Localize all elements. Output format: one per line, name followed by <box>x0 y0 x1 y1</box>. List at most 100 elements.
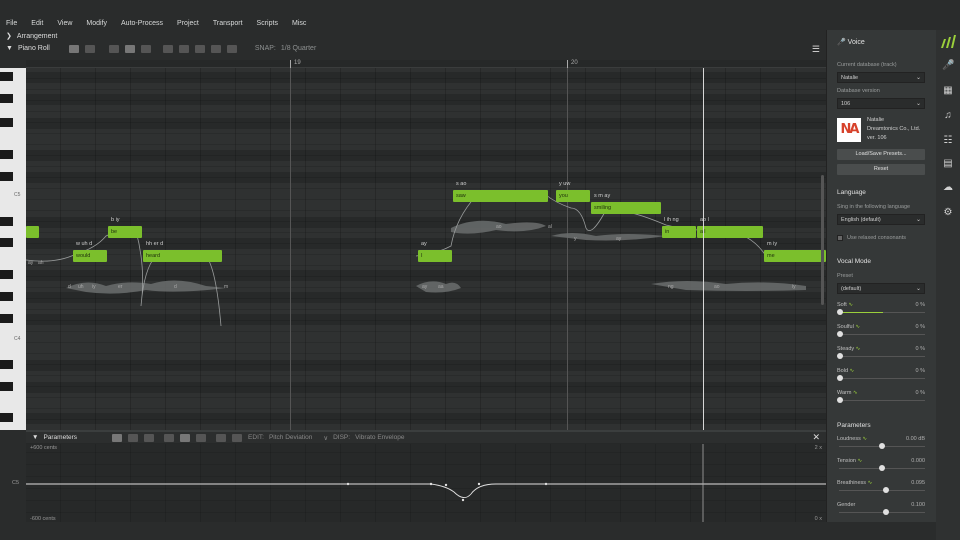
version-select[interactable]: 106 ⌄ <box>837 98 925 109</box>
piano-roll-grid[interactable]: would be heard I saw you smiling in al l … <box>26 68 826 430</box>
note-block[interactable]: be <box>108 226 142 238</box>
menu-misc[interactable]: Misc <box>292 20 306 27</box>
param-line-tool[interactable] <box>144 433 155 442</box>
library-icon[interactable]: ☷ <box>942 135 954 147</box>
black-key[interactable] <box>0 217 13 226</box>
menu-edit[interactable]: Edit <box>31 20 43 27</box>
slider-knob[interactable] <box>837 375 843 381</box>
lyrics-view-button[interactable] <box>226 44 237 53</box>
menu-modify[interactable]: Modify <box>86 20 107 27</box>
slider-knob[interactable] <box>883 487 889 493</box>
note-block[interactable]: you <box>556 190 590 202</box>
pen-tool-button[interactable] <box>84 44 95 53</box>
load-save-presets-button[interactable]: Load/Save Presets... <box>837 149 925 160</box>
gear-icon[interactable]: ⚙ <box>942 207 954 219</box>
note-block[interactable]: I <box>418 250 452 262</box>
menu-transport[interactable]: Transport <box>213 20 243 27</box>
slider-knob[interactable] <box>837 331 843 337</box>
vertical-scrollbar[interactable] <box>821 175 824 305</box>
note-block[interactable]: all <box>697 226 763 238</box>
chevron-down-icon[interactable]: ▼ <box>32 434 38 441</box>
param-compare-tool[interactable] <box>216 433 227 442</box>
black-key[interactable] <box>0 150 13 159</box>
preset-select[interactable]: (default) ⌄ <box>837 283 925 294</box>
menu-project[interactable]: Project <box>177 20 199 27</box>
piano-keyboard[interactable]: C5 C4 <box>0 68 26 430</box>
piano-roll-header: ▼ Piano Roll SNAP: 1/8 Quarter ☰ <box>0 42 826 55</box>
black-key[interactable] <box>0 292 13 301</box>
note-lyric: heard <box>146 253 161 259</box>
reset-button[interactable]: Reset <box>837 164 925 175</box>
black-key[interactable] <box>0 118 13 127</box>
param-vibrato-tool[interactable] <box>196 433 207 442</box>
menu-icon[interactable]: ☰ <box>812 44 820 55</box>
arrangement-header[interactable]: ❯ Arrangement <box>0 30 826 42</box>
black-key[interactable] <box>0 360 13 369</box>
slider-knob[interactable] <box>837 353 843 359</box>
slider-track[interactable] <box>839 378 925 379</box>
menu-scripts[interactable]: Scripts <box>257 20 278 27</box>
black-key[interactable] <box>0 238 13 247</box>
note-block[interactable]: would <box>73 250 107 262</box>
note-view-button[interactable] <box>162 44 173 53</box>
param-smooth-tool[interactable] <box>164 433 175 442</box>
black-key[interactable] <box>0 270 13 279</box>
disp-value[interactable]: Vibrato Envelope <box>355 434 404 441</box>
slider-knob[interactable] <box>883 509 889 515</box>
note-block[interactable] <box>26 226 39 238</box>
param-expand-tool[interactable] <box>232 433 243 442</box>
slider-knob[interactable] <box>879 443 885 449</box>
black-key[interactable] <box>0 172 13 181</box>
select-tool-button[interactable] <box>68 44 79 53</box>
slider-track[interactable] <box>839 490 925 491</box>
param-pen-tool[interactable] <box>128 433 139 442</box>
black-key[interactable] <box>0 413 13 422</box>
black-key[interactable] <box>0 382 13 391</box>
slider-value: 0 % <box>915 368 925 374</box>
note-block[interactable]: smiling <box>591 202 661 214</box>
black-key[interactable] <box>0 314 13 323</box>
chevron-down-icon: ⌄ <box>915 217 921 223</box>
black-key[interactable] <box>0 72 13 81</box>
slider-knob[interactable] <box>837 397 843 403</box>
menu-auto-process[interactable]: Auto-Process <box>121 20 163 27</box>
microphone-icon[interactable]: 🎤 <box>942 60 954 72</box>
playhead[interactable] <box>703 68 704 430</box>
parameter-plot[interactable]: +600 cents -600 cents 2 x 0 x <box>26 444 826 524</box>
film-icon[interactable]: ▦ <box>942 85 954 97</box>
note-block[interactable]: heard <box>143 250 222 262</box>
snap-value[interactable]: 1/8 Quarter <box>281 45 316 52</box>
menu-view[interactable]: View <box>57 20 72 27</box>
slider-track[interactable] <box>839 512 925 513</box>
phoneme-view-button[interactable] <box>210 44 221 53</box>
note-block[interactable]: me <box>764 250 826 262</box>
slider-knob[interactable] <box>879 465 885 471</box>
waveform-view-button[interactable] <box>194 44 205 53</box>
pitch-pen-button[interactable] <box>124 44 135 53</box>
edit-value[interactable]: Pitch Deviation <box>269 434 312 441</box>
cloud-download-icon[interactable]: ☁ <box>942 182 954 194</box>
note-block[interactable]: saw <box>453 190 548 202</box>
relaxed-consonants-checkbox[interactable] <box>837 235 843 241</box>
black-key[interactable] <box>0 94 13 103</box>
vibrato-tool-button[interactable] <box>140 44 151 53</box>
music-note-icon[interactable]: ♫ <box>942 110 954 122</box>
param-select-tool[interactable] <box>112 433 123 442</box>
menu-file[interactable]: File <box>6 20 17 27</box>
timeline-ruler[interactable]: 19 20 <box>26 60 826 68</box>
close-icon[interactable]: ✕ <box>812 432 820 443</box>
edit-label: EDIT: <box>248 434 264 441</box>
slider-track[interactable] <box>839 356 925 357</box>
slider-track[interactable] <box>839 400 925 401</box>
param-curve-tool[interactable] <box>180 433 191 442</box>
note-block[interactable]: in <box>662 226 696 238</box>
language-value: English (default) <box>841 217 881 223</box>
pitch-view-button[interactable] <box>178 44 189 53</box>
database-select[interactable]: Natalie ⌄ <box>837 72 925 83</box>
book-icon[interactable]: ▤ <box>942 158 954 170</box>
language-select[interactable]: English (default) ⌄ <box>837 214 925 225</box>
chevron-down-icon[interactable]: ▼ <box>6 45 13 52</box>
line-tool-button[interactable] <box>108 44 119 53</box>
slider-track[interactable] <box>839 334 925 335</box>
slider-knob[interactable] <box>837 309 843 315</box>
